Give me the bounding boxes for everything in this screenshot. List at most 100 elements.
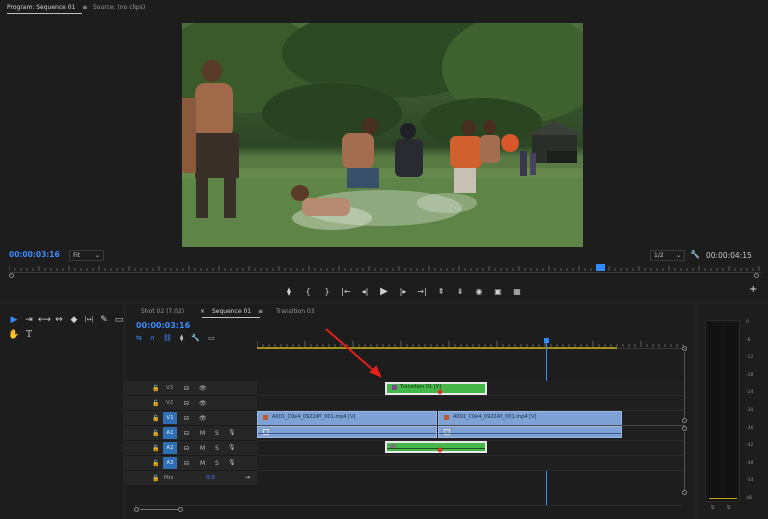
add-marker-icon[interactable]: ⧫ xyxy=(180,334,183,342)
audio-clip-a1-b[interactable] xyxy=(438,426,622,438)
timeline-timecode[interactable]: 00:00:03:16 xyxy=(136,321,190,330)
microphone-icon[interactable]: 🎙 xyxy=(228,444,236,451)
audio-clip-a1-a[interactable] xyxy=(257,426,437,438)
play-button[interactable]: ▶ xyxy=(378,286,390,297)
lock-icon[interactable]: 🔓 xyxy=(152,415,159,422)
clip-v1-b[interactable]: A001_C0e4_0922AY_001.mp4 [V] xyxy=(438,411,622,426)
captions-icon[interactable]: ▭ xyxy=(208,334,215,342)
sync-lock-icon[interactable]: ⊟ xyxy=(184,415,189,422)
panel-menu-icon[interactable]: ≡ xyxy=(258,308,263,315)
track-row-v2[interactable] xyxy=(257,396,685,411)
close-icon[interactable]: × xyxy=(200,308,205,315)
export-frame-button[interactable]: ◉ xyxy=(473,287,485,296)
hand-tool[interactable]: ✋ xyxy=(8,329,20,341)
video-vertical-scrollbar[interactable] xyxy=(682,346,688,424)
solo-left-button[interactable]: S xyxy=(711,505,714,511)
lock-icon[interactable]: 🔓 xyxy=(152,460,159,467)
wrench-icon[interactable]: 🔧 xyxy=(191,334,200,342)
nest-icon[interactable]: ⇆ xyxy=(136,334,142,342)
eye-icon[interactable]: 👁 xyxy=(199,385,207,392)
comparison-view-button[interactable]: ▣ xyxy=(492,287,504,296)
snap-icon[interactable]: ∩ xyxy=(150,334,155,342)
vr-video-button[interactable]: ▦ xyxy=(511,287,523,296)
tab-source-monitor[interactable]: Source: (no clips) xyxy=(93,4,145,11)
type-tool[interactable]: T xyxy=(23,329,35,341)
step-back-button[interactable]: ◂| xyxy=(359,287,371,296)
zoom-handle-right[interactable] xyxy=(754,273,759,278)
sync-lock-icon[interactable]: ⊟ xyxy=(184,460,189,467)
scroll-thumb[interactable] xyxy=(140,509,178,510)
add-marker-button[interactable]: ⧫ xyxy=(283,287,295,296)
tab-sequence-01[interactable]: × Sequence 01 ≡ xyxy=(200,308,263,315)
scroll-handle-top[interactable] xyxy=(682,346,687,351)
lock-icon[interactable]: 🔓 xyxy=(152,430,159,437)
lock-icon[interactable]: 🔓 xyxy=(152,400,159,407)
track-row-a3[interactable] xyxy=(257,456,685,471)
playhead-marker[interactable] xyxy=(596,264,605,271)
solo-right-button[interactable]: S xyxy=(727,505,730,511)
mix-volume-value[interactable]: 0.0 xyxy=(206,475,215,481)
eye-icon[interactable]: 👁 xyxy=(199,415,207,422)
solo-button[interactable]: S xyxy=(215,460,219,467)
zoom-dropdown[interactable]: Fit ⌄ xyxy=(69,250,104,261)
timeline-horizontal-scrollbar[interactable] xyxy=(134,505,682,512)
track-name-a2[interactable]: A2 xyxy=(163,442,177,454)
mark-in-button[interactable]: { xyxy=(302,287,314,296)
scroll-handle-bottom[interactable] xyxy=(682,418,687,423)
panel-menu-icon[interactable]: ≡ xyxy=(82,4,87,11)
scroll-handle-left[interactable] xyxy=(134,507,139,512)
mute-button[interactable]: M xyxy=(200,445,205,452)
step-forward-button[interactable]: |▸ xyxy=(397,287,409,296)
tab-program-monitor[interactable]: Program: Sequence 01 ≡ xyxy=(7,4,87,11)
lock-icon[interactable]: 🔓 xyxy=(152,385,159,392)
monitor-time-ruler[interactable] xyxy=(8,266,761,271)
mute-button[interactable]: M xyxy=(200,430,205,437)
sync-lock-icon[interactable]: ⊟ xyxy=(184,430,189,437)
mark-out-button[interactable]: } xyxy=(321,287,333,296)
selection-tool[interactable]: ▶ xyxy=(8,314,20,326)
lock-icon[interactable]: 🔓 xyxy=(152,475,159,482)
transition-clip-a2[interactable] xyxy=(385,441,487,453)
current-timecode[interactable]: 00:00:03:16 xyxy=(9,250,60,259)
sync-lock-icon[interactable]: ⊟ xyxy=(184,445,189,452)
video-audio-divider[interactable] xyxy=(257,425,685,426)
go-to-in-button[interactable]: |← xyxy=(340,287,352,296)
sync-lock-icon[interactable]: ⊟ xyxy=(184,400,189,407)
zoom-handle-left[interactable] xyxy=(9,273,14,278)
keyframe-marker[interactable] xyxy=(437,389,443,395)
track-name-v1[interactable]: V1 xyxy=(163,412,177,424)
microphone-icon[interactable]: 🎙 xyxy=(228,429,236,436)
slip-tool[interactable]: |↔| xyxy=(83,314,95,326)
mute-button[interactable]: M xyxy=(200,460,205,467)
go-to-out-button[interactable]: →| xyxy=(416,287,428,296)
scroll-handle-bottom[interactable] xyxy=(682,490,687,495)
tab-shot-02[interactable]: Shot 02 (7.02) xyxy=(141,308,184,315)
audio-clip-handle[interactable] xyxy=(263,429,269,435)
resolution-dropdown[interactable]: 1/2 ⌄ xyxy=(650,250,685,261)
extract-button[interactable]: ⇟ xyxy=(454,287,466,296)
ripple-edit-tool[interactable]: ⟷ xyxy=(38,314,51,326)
lift-button[interactable]: ⇞ xyxy=(435,287,447,296)
track-name-a3[interactable]: A3 xyxy=(163,457,177,469)
solo-button[interactable]: S xyxy=(215,445,219,452)
button-editor-button[interactable]: + xyxy=(749,284,757,295)
go-to-end-icon[interactable]: ⇥ xyxy=(245,474,250,481)
transition-clip-v3[interactable]: Transition 01 [V] xyxy=(385,382,487,395)
solo-button[interactable]: S xyxy=(215,430,219,437)
track-select-tool[interactable]: ⇥ xyxy=(23,314,35,326)
linked-selection-icon[interactable]: ⛓ xyxy=(163,334,172,342)
microphone-icon[interactable]: 🎙 xyxy=(228,459,236,466)
audio-vertical-scrollbar[interactable] xyxy=(682,426,688,498)
rate-stretch-tool[interactable]: ⇔ xyxy=(53,314,65,326)
pen-tool[interactable]: ✎ xyxy=(98,314,110,326)
eye-icon[interactable]: 👁 xyxy=(199,400,207,407)
scroll-handle-top[interactable] xyxy=(682,426,687,431)
lock-icon[interactable]: 🔓 xyxy=(152,445,159,452)
clip-v1-a[interactable]: A001_C0e4_0922AY_001.mp4 [V] xyxy=(257,411,437,426)
razor-tool[interactable]: ◆ xyxy=(68,314,80,326)
tab-transition-03[interactable]: Transition 03 xyxy=(276,308,315,315)
scroll-handle-right[interactable] xyxy=(178,507,183,512)
audio-clip-handle[interactable] xyxy=(444,429,450,435)
track-name-a1[interactable]: A1 xyxy=(163,427,177,439)
rectangle-tool[interactable]: ▭ xyxy=(113,314,125,326)
